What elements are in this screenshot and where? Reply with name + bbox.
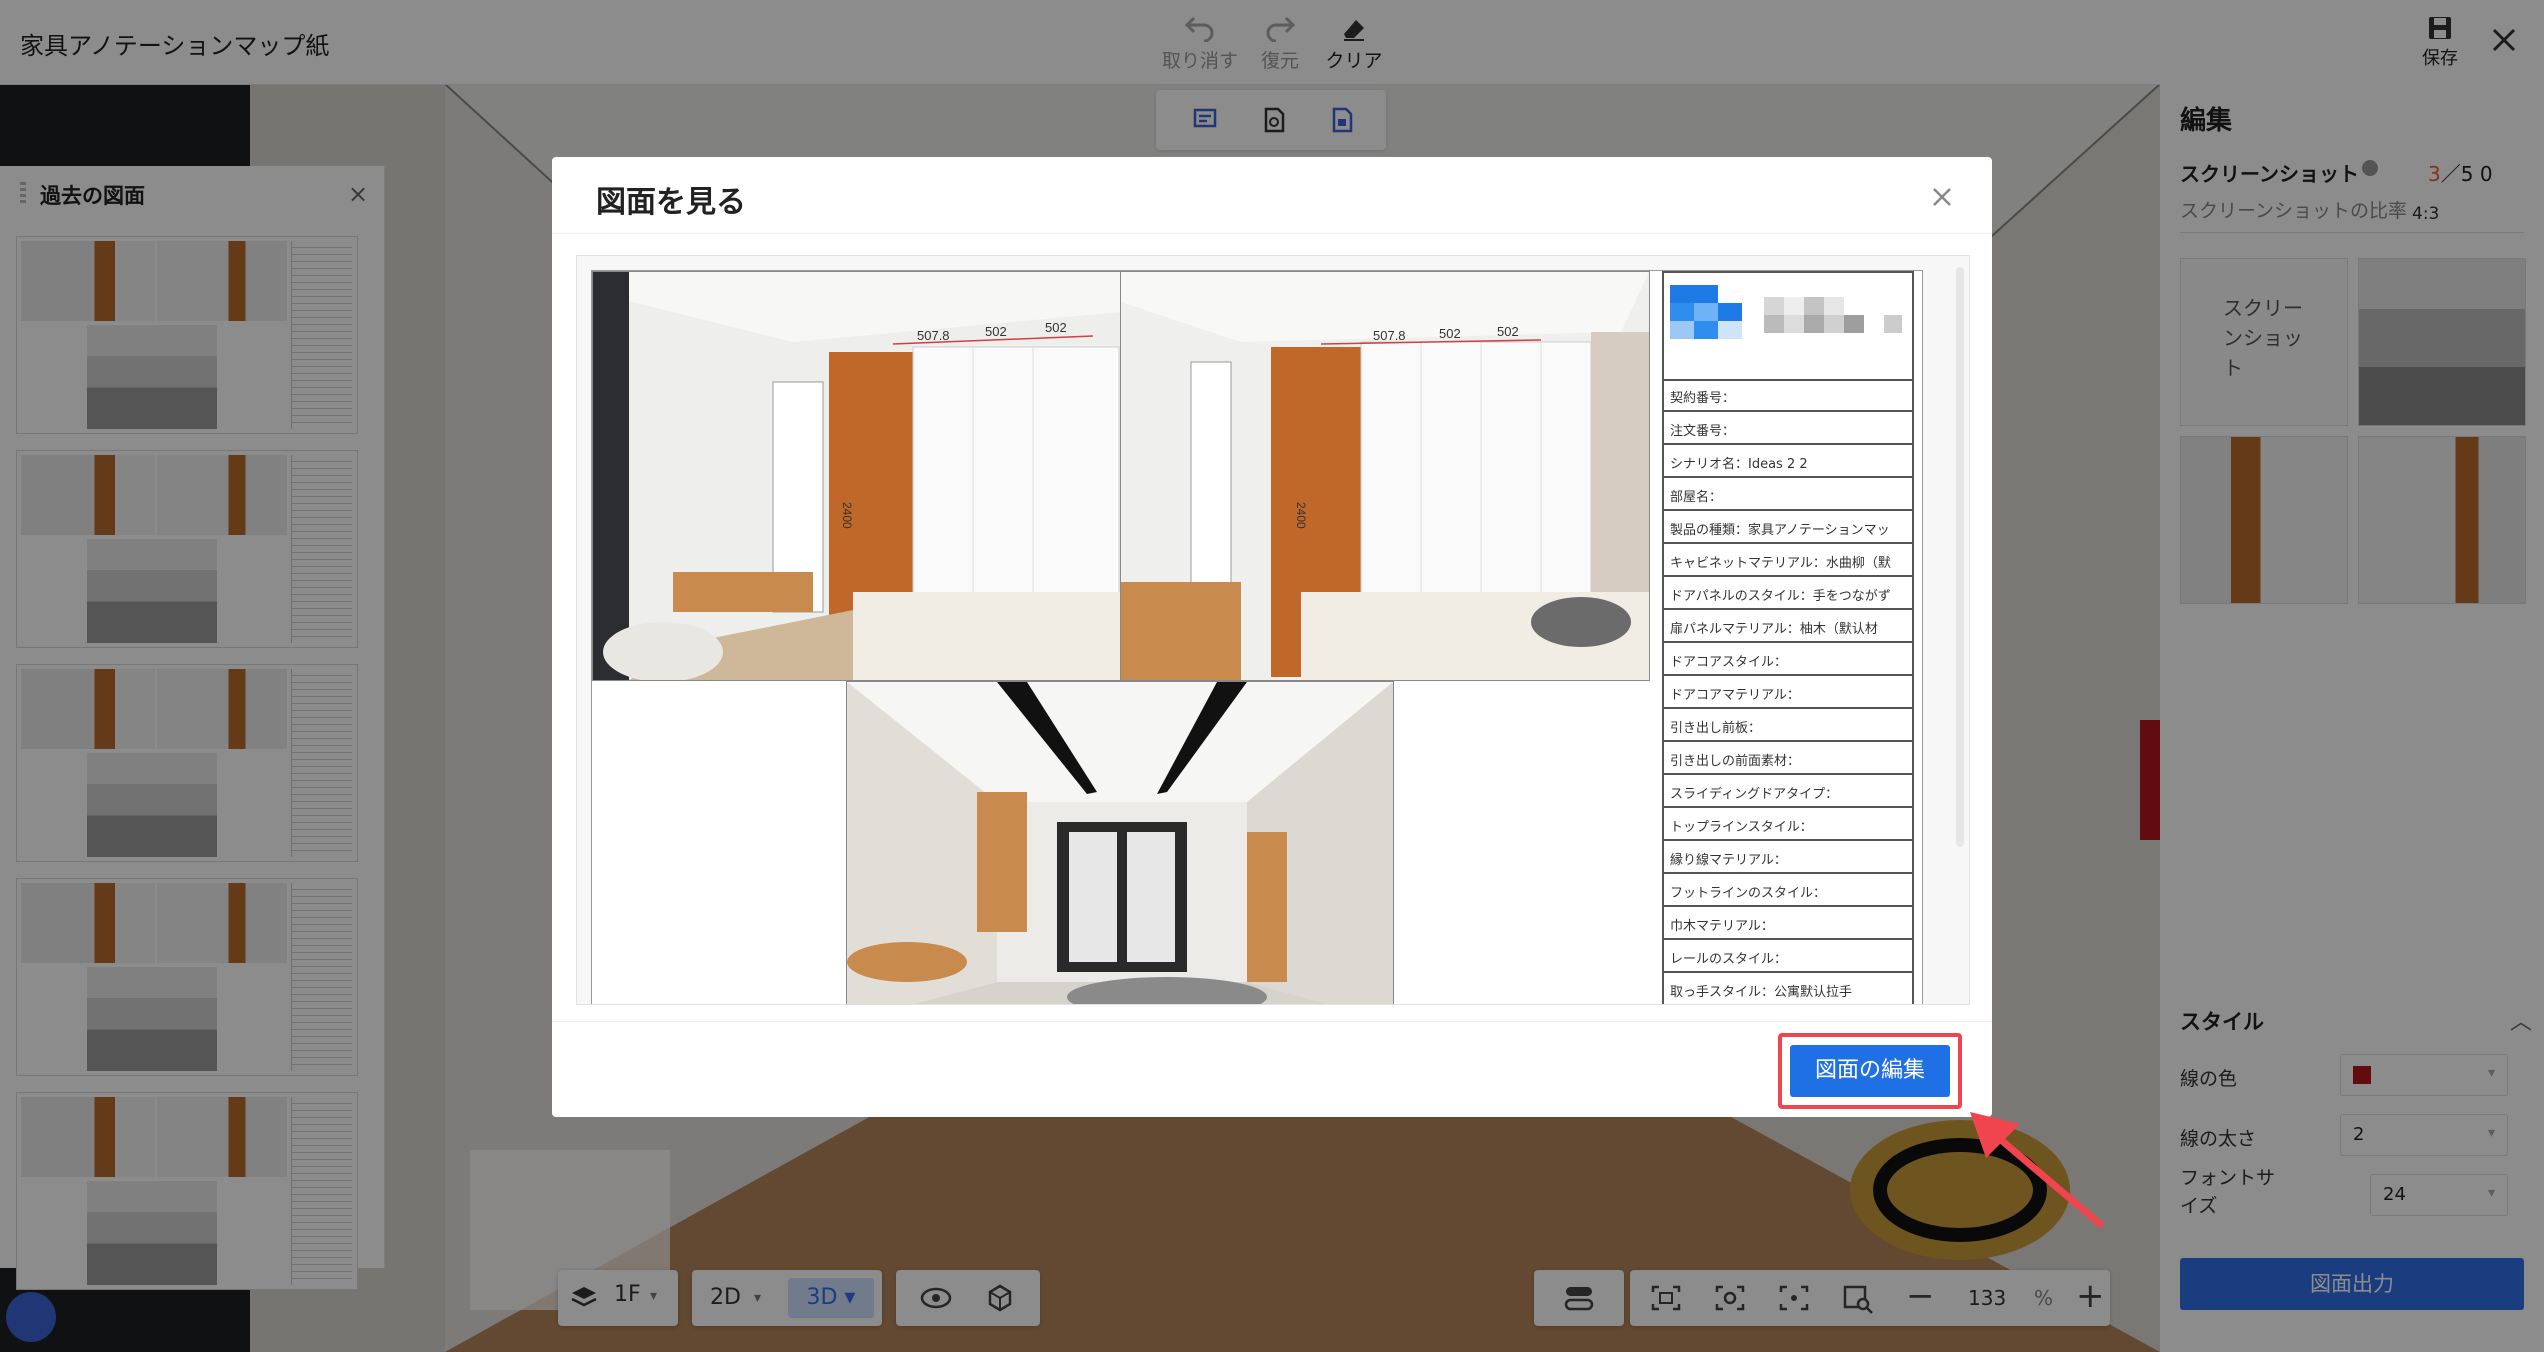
- company-logo-cell: [1662, 271, 1914, 381]
- drawing-viewer[interactable]: 507.8 502 502 2400 507.8 502 502 2400 契約…: [576, 255, 1970, 1005]
- info-table-row: トップラインスタイル：: [1662, 808, 1914, 841]
- info-table-row: フットラインのスタイル：: [1662, 874, 1914, 907]
- edit-drawing-button[interactable]: 図面の編集: [1790, 1045, 1950, 1097]
- info-table-row: キャビネットマテリアル：水曲柳（默: [1662, 544, 1914, 577]
- dialog-title: 図面を見る: [596, 185, 746, 220]
- highlight-box: 図面の編集: [1778, 1033, 1962, 1109]
- dim-label: 502: [1439, 326, 1461, 341]
- render-view-right: 507.8 502 502 2400: [1120, 271, 1650, 681]
- info-table-row: 扉パネルマテリアル：柚木（默认材: [1662, 610, 1914, 643]
- annotation-arrow-icon: [1970, 1112, 2104, 1228]
- dim-label: 2400: [1294, 502, 1308, 529]
- info-table-row: 契約番号：: [1662, 379, 1914, 412]
- render-view-left: 507.8 502 502 2400: [592, 271, 1122, 681]
- view-drawing-dialog: 図面を見る 507.8 502 502 2400 507.8 502 502 2…: [552, 157, 1992, 1117]
- info-table-row: ドアコアマテリアル：: [1662, 676, 1914, 709]
- blurred-logo-icon: [1670, 285, 1902, 339]
- dim-label: 502: [985, 324, 1007, 339]
- info-table-row: レールのスタイル：: [1662, 940, 1914, 973]
- info-table-row: 取っ手スタイル：公寓默认拉手: [1662, 973, 1914, 1004]
- info-table-row: 縁り線マテリアル：: [1662, 841, 1914, 874]
- dialog-footer-divider: [552, 1021, 1992, 1022]
- dim-label: 507.8: [917, 328, 950, 343]
- dialog-divider: [552, 233, 1992, 234]
- info-table-row: 引き出し前板：: [1662, 709, 1914, 742]
- dim-label: 502: [1045, 320, 1067, 335]
- info-table-row: ドアパネルのスタイル：手をつながず: [1662, 577, 1914, 610]
- dim-label: 502: [1497, 324, 1519, 339]
- info-table-row: 製品の種類：家具アノテーションマッ: [1662, 511, 1914, 544]
- info-table-row: 注文番号：: [1662, 412, 1914, 445]
- viewer-scrollbar[interactable]: [1956, 267, 1964, 847]
- info-table-row: 巾木マテリアル：: [1662, 907, 1914, 940]
- info-table-row: シナリオ名：Ideas 2 2: [1662, 445, 1914, 478]
- drawing-sheet: 507.8 502 502 2400 507.8 502 502 2400 契約…: [591, 270, 1923, 1004]
- info-table-row: 部屋名：: [1662, 478, 1914, 511]
- close-icon[interactable]: [1922, 177, 1962, 217]
- info-table-row: スライディングドアタイプ：: [1662, 775, 1914, 808]
- dim-label: 2400: [840, 502, 854, 529]
- info-table-row: ドアコアスタイル：: [1662, 643, 1914, 676]
- dim-label: 507.8: [1373, 328, 1406, 343]
- info-table-row: 引き出しの前面素材：: [1662, 742, 1914, 775]
- render-view-perspective: [846, 681, 1394, 1004]
